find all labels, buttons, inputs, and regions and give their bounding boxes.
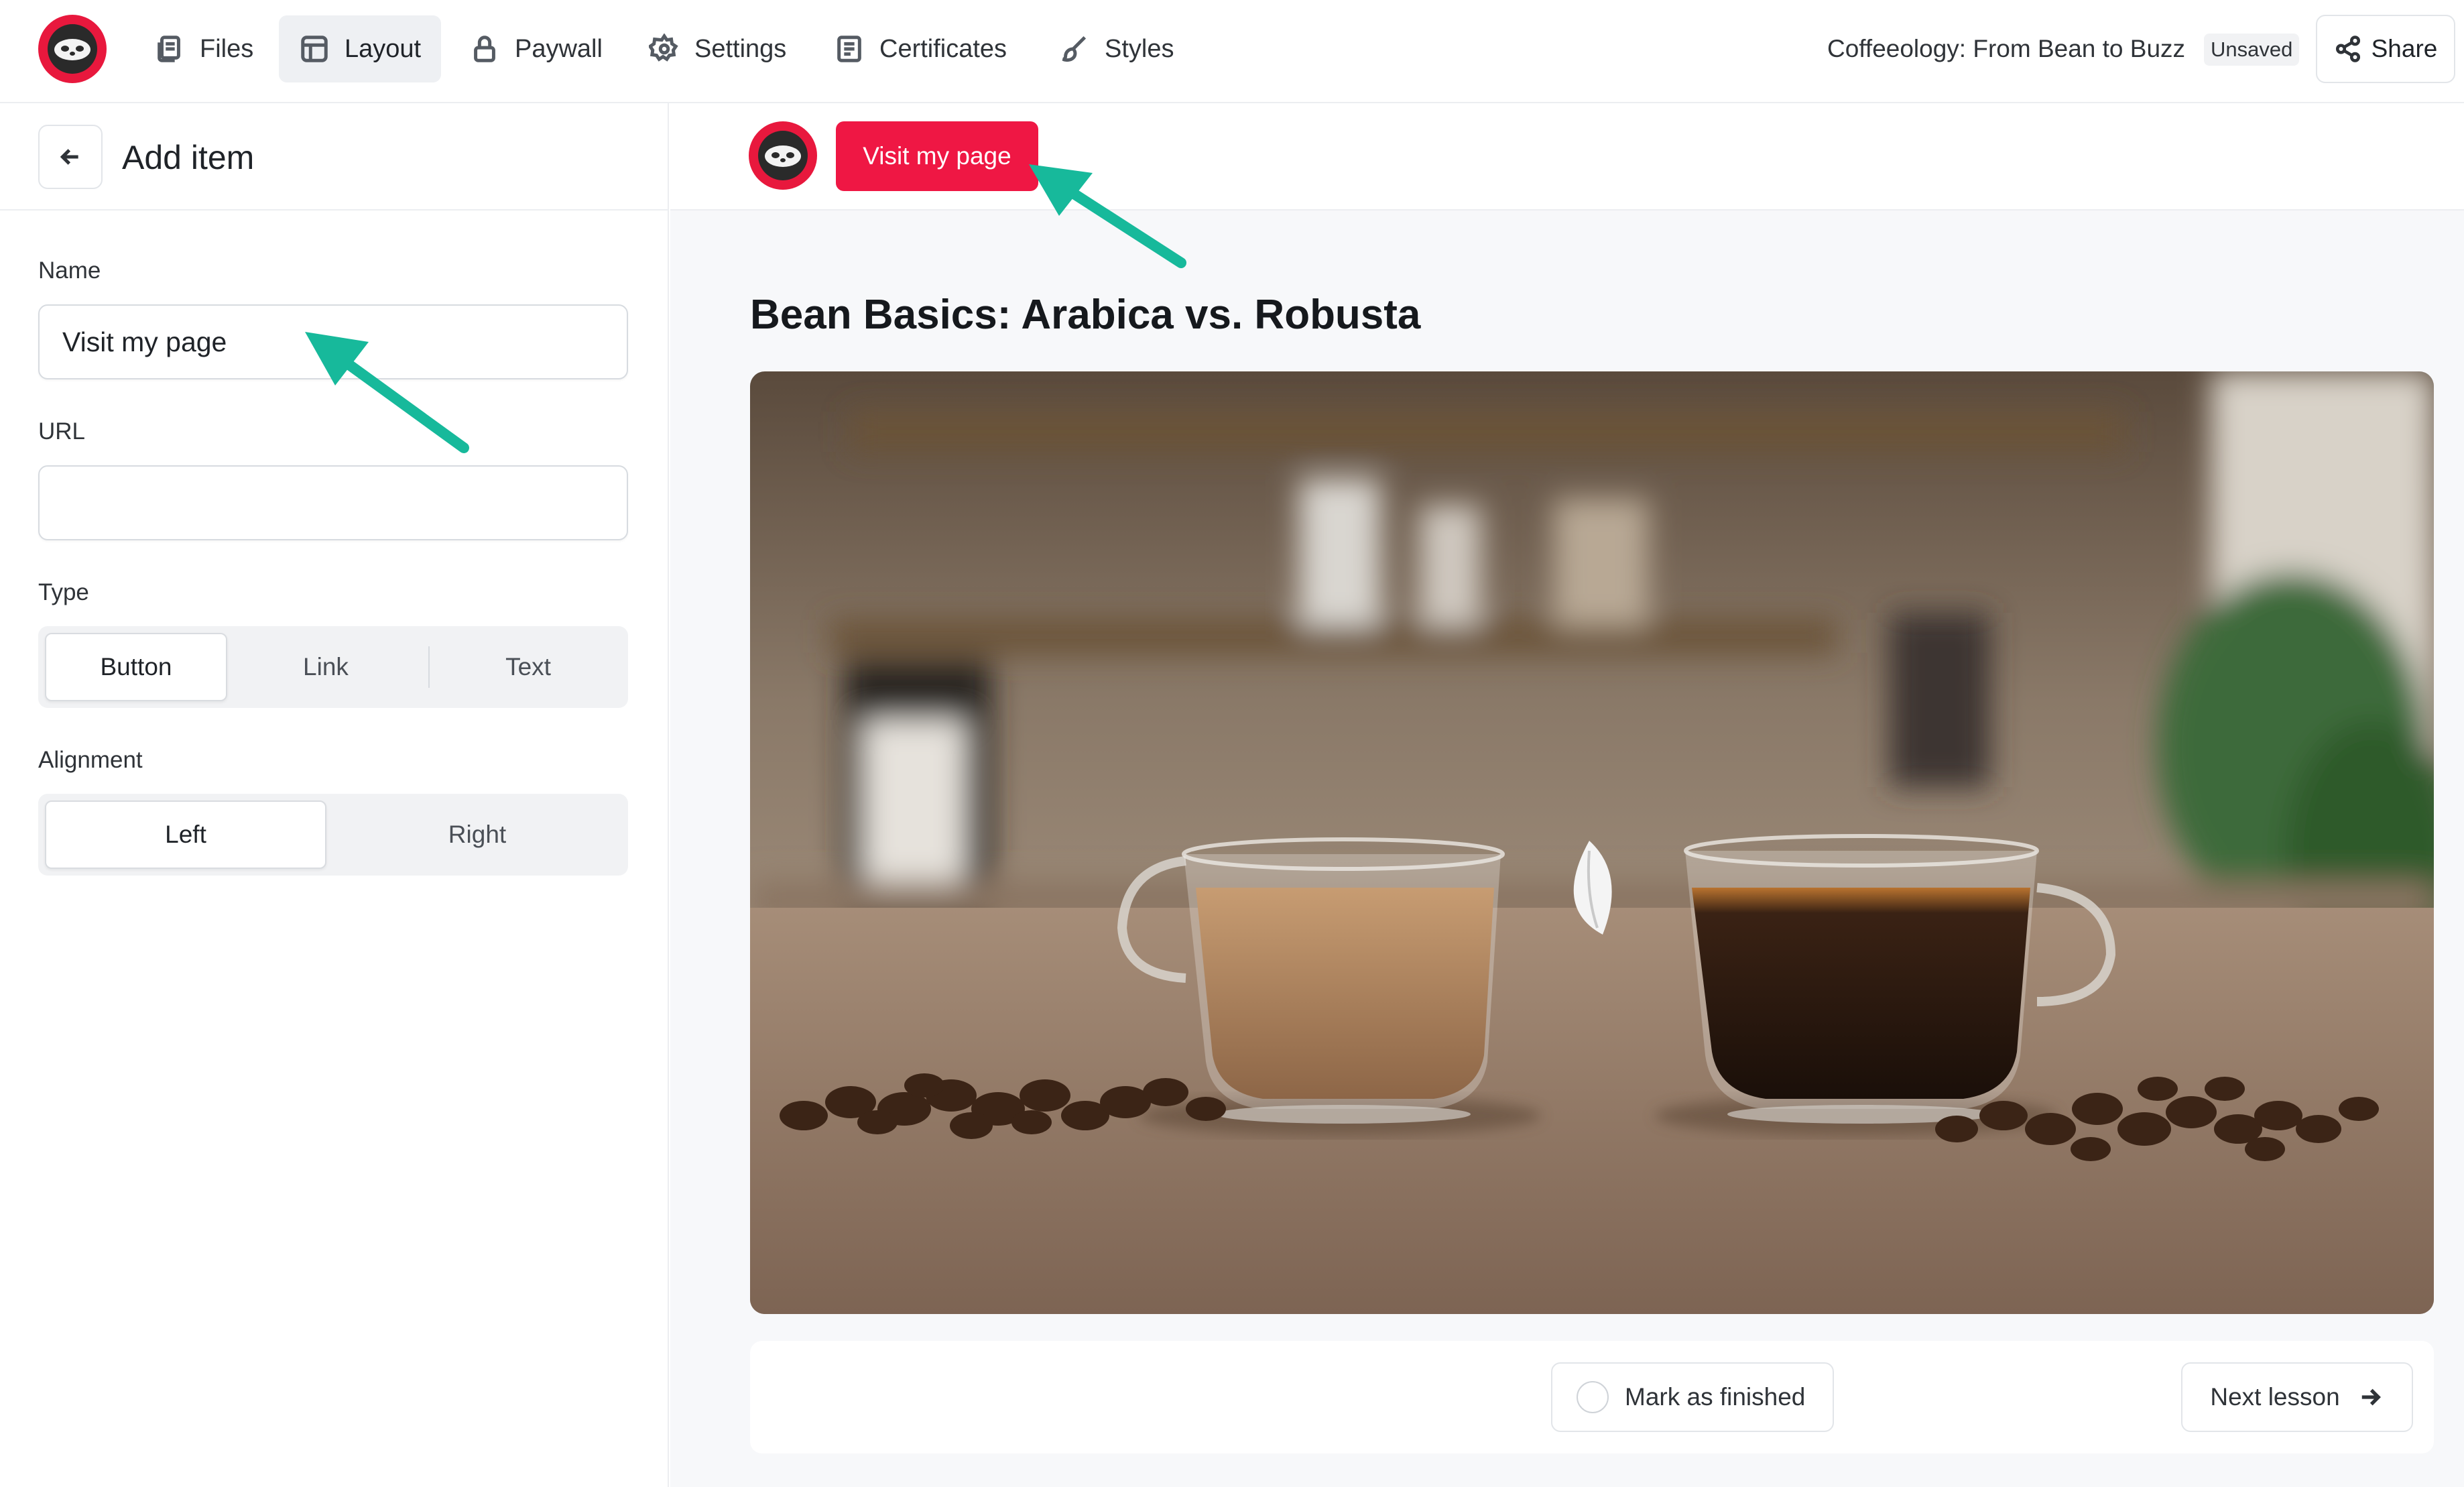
nav-layout-label: Layout [345, 34, 422, 63]
nav-settings-label: Settings [694, 34, 787, 63]
nav-files-label: Files [200, 34, 254, 63]
document-title: Coffeeology: From Bean to Buzz [1827, 35, 2186, 62]
alignment-label: Alignment [38, 747, 143, 773]
lesson-image [750, 371, 2434, 1314]
nav-layout[interactable]: Layout [279, 15, 442, 82]
alignment-option-right[interactable]: Right [333, 800, 621, 869]
alignment-segmented-control: Left Right [38, 794, 628, 876]
brush-icon [1062, 36, 1087, 62]
nav-paywall[interactable]: Paywall [449, 15, 623, 82]
type-option-text[interactable]: Text [436, 633, 620, 701]
type-segmented-control: Button Link Text [38, 626, 628, 708]
arrow-right-icon [2361, 1388, 2381, 1406]
lesson-preview: Visit my page Bean Basics: Arabica vs. R… [670, 103, 2464, 1487]
name-label: Name [38, 257, 101, 284]
preview-logo [749, 121, 817, 190]
nav-styles[interactable]: Styles [1039, 15, 1194, 82]
type-option-link[interactable]: Link [234, 633, 418, 701]
back-button[interactable] [38, 125, 103, 189]
checkbox-circle-icon [1577, 1381, 1609, 1413]
add-item-panel: Add item Name Visit my page URL Type But… [0, 103, 669, 1487]
files-icon [158, 36, 180, 62]
url-label: URL [38, 418, 86, 444]
nav-certificates[interactable]: Certificates [814, 15, 1027, 82]
next-lesson-label: Next lesson [2210, 1383, 2340, 1411]
type-option-button[interactable]: Button [45, 633, 227, 701]
type-label: Type [38, 579, 89, 605]
app-window: Files Layout Paywall Settings Certificat… [0, 0, 2464, 1487]
next-lesson-button[interactable]: Next lesson [2181, 1362, 2413, 1432]
status-badge: Unsaved [2204, 34, 2300, 66]
preview-header: Visit my page [670, 103, 2464, 211]
mark-as-finished-button[interactable]: Mark as finished [1551, 1362, 1834, 1432]
panel-header: Add item [0, 103, 668, 211]
nav-files[interactable]: Files [134, 15, 273, 82]
mark-as-finished-label: Mark as finished [1625, 1383, 1806, 1411]
alignment-option-left[interactable]: Left [45, 800, 326, 869]
top-bar: Files Layout Paywall Settings Certificat… [0, 0, 2464, 103]
annotation-arrow-icon [1029, 164, 1186, 268]
url-input[interactable] [38, 465, 628, 540]
annotation-arrow-icon [305, 332, 469, 453]
gear-icon [649, 34, 678, 62]
lesson-footer: Mark as finished Next lesson [750, 1341, 2434, 1453]
panel-title: Add item [122, 139, 255, 176]
nav-settings[interactable]: Settings [629, 15, 806, 82]
layout-icon [301, 36, 328, 62]
visit-my-page-button[interactable]: Visit my page [836, 121, 1038, 191]
share-label: Share [2371, 35, 2438, 62]
nav-paywall-label: Paywall [515, 34, 603, 63]
app-logo[interactable] [38, 15, 107, 83]
nav-styles-label: Styles [1105, 34, 1174, 63]
arrow-left-icon [60, 149, 78, 165]
share-button[interactable]: Share [2316, 15, 2455, 83]
nav-certificates-label: Certificates [879, 34, 1007, 63]
lock-icon [474, 36, 495, 62]
share-icon [2335, 36, 2360, 62]
certificate-icon [837, 36, 861, 62]
